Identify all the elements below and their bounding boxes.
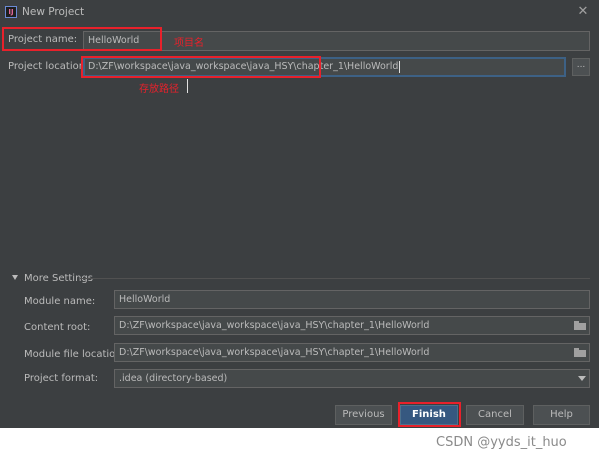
help-button[interactable]: Help — [533, 405, 590, 425]
project-format-value: .idea (directory-based) — [119, 373, 228, 384]
content-root-label: Content root: — [24, 322, 91, 333]
module-file-location-value: D:\ZF\workspace\java_workspace\java_HSY\… — [119, 347, 430, 358]
cancel-button[interactable]: Cancel — [466, 405, 524, 425]
chevron-down-icon[interactable] — [12, 275, 18, 280]
dropdown-arrow-icon[interactable] — [578, 376, 586, 381]
intellij-app-icon: IJ — [5, 6, 17, 18]
section-divider — [80, 278, 590, 279]
project-format-label: Project format: — [24, 373, 99, 384]
project-name-annotation: 项目名 — [174, 38, 204, 49]
content-root-input[interactable]: D:\ZF\workspace\java_workspace\java_HSY\… — [114, 316, 590, 335]
previous-button[interactable]: Previous — [335, 405, 392, 425]
close-icon[interactable]: ✕ — [576, 4, 590, 20]
finish-highlight-box — [398, 402, 461, 427]
browse-button[interactable]: ... — [572, 58, 590, 76]
module-name-label: Module name: — [24, 296, 96, 307]
content-root-value: D:\ZF\workspace\java_workspace\java_HSY\… — [119, 320, 430, 331]
content-root-folder-icon[interactable] — [574, 321, 586, 330]
project-format-select[interactable]: .idea (directory-based) — [114, 369, 590, 388]
mouse-ibeam-cursor — [187, 79, 188, 93]
module-file-location-input[interactable]: D:\ZF\workspace\java_workspace\java_HSY\… — [114, 343, 590, 362]
module-name-value: HelloWorld — [119, 294, 171, 305]
project-name-highlight-box — [2, 27, 162, 51]
module-file-folder-icon[interactable] — [574, 348, 586, 357]
project-location-label: Project location: — [8, 61, 89, 72]
location-annotation: 存放路径 — [139, 84, 179, 95]
text-caret — [399, 60, 401, 73]
module-file-location-label: Module file location: — [24, 349, 125, 360]
watermark-text: CSDN @yyds_it_huo — [436, 435, 567, 450]
project-location-highlight-box — [81, 56, 321, 78]
module-name-input[interactable]: HelloWorld — [114, 290, 590, 309]
window-title: New Project — [22, 6, 85, 18]
new-project-dialog: IJ New Project ✕ Project name: HelloWorl… — [0, 0, 599, 428]
title-bar: IJ New Project ✕ — [0, 0, 599, 26]
